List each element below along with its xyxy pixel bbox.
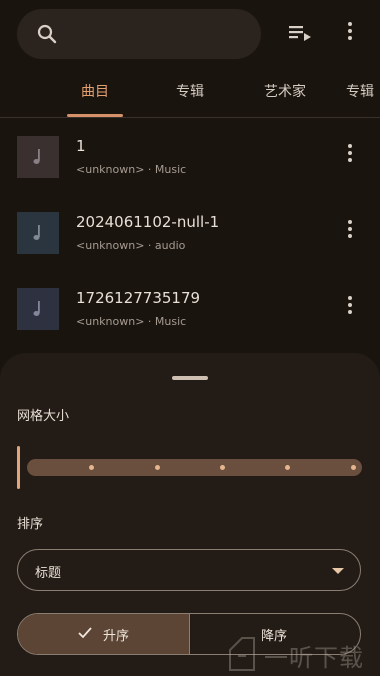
album-art	[17, 212, 59, 254]
search-icon	[37, 24, 57, 44]
watermark-text: 一听下载	[264, 644, 364, 672]
search-bar[interactable]	[17, 9, 261, 59]
watermark: 一听下载	[222, 632, 380, 676]
music-note-icon	[33, 225, 40, 240]
watermark-logo-icon	[229, 637, 255, 671]
tab-albums-2[interactable]: 专辑	[346, 70, 380, 116]
sort-label: 排序	[17, 517, 44, 532]
slider-tick	[285, 465, 290, 470]
drag-handle[interactable]	[172, 376, 208, 380]
song-more-icon[interactable]	[343, 144, 357, 168]
slider-tick	[351, 465, 356, 470]
ascending-label: 升序	[103, 629, 130, 644]
tab-artists[interactable]: 艺术家	[255, 70, 315, 116]
sort-dropdown[interactable]: 标题	[17, 549, 361, 591]
song-title: 2024061102-null-1	[76, 213, 220, 231]
song-title: 1726127735179	[76, 289, 201, 307]
song-subtitle: <unknown> · Music	[76, 315, 187, 328]
song-subtitle: <unknown> · audio	[76, 239, 186, 252]
tab-tracks[interactable]: 曲目	[67, 70, 123, 116]
more-options-icon[interactable]	[343, 22, 357, 46]
song-more-icon[interactable]	[343, 220, 357, 244]
song-more-icon[interactable]	[343, 296, 357, 320]
album-art	[17, 288, 59, 330]
queue-icon[interactable]	[288, 24, 312, 44]
library-tabs: 曲目 专辑 艺术家 专辑	[0, 70, 380, 118]
album-art	[17, 136, 59, 178]
list-item[interactable]: 1726127735179 <unknown> · Music	[0, 288, 380, 358]
song-subtitle: <unknown> · Music	[76, 163, 187, 176]
tab-albums[interactable]: 专辑	[162, 70, 218, 116]
tabs-divider	[0, 117, 380, 118]
sort-dropdown-value: 标题	[35, 566, 62, 581]
music-note-icon	[33, 301, 40, 316]
grid-size-slider-thumb[interactable]	[17, 446, 20, 489]
song-title: 1	[76, 137, 86, 155]
check-icon	[78, 627, 92, 639]
sort-options-sheet: 网格大小 排序 标题 升序 降序	[0, 353, 380, 676]
music-note-icon	[33, 149, 40, 164]
slider-tick	[155, 465, 160, 470]
grid-size-slider[interactable]	[27, 459, 362, 476]
list-item[interactable]: 2024061102-null-1 <unknown> · audio	[0, 212, 380, 282]
music-library-screen: 曲目 专辑 艺术家 专辑 1 <unknown> · Music 2024061…	[0, 0, 380, 676]
dropdown-arrow-icon	[332, 568, 344, 574]
slider-tick	[89, 465, 94, 470]
ascending-button[interactable]: 升序	[18, 614, 190, 654]
list-item[interactable]: 1 <unknown> · Music	[0, 136, 380, 206]
grid-size-label: 网格大小	[17, 409, 70, 424]
slider-tick	[220, 465, 225, 470]
